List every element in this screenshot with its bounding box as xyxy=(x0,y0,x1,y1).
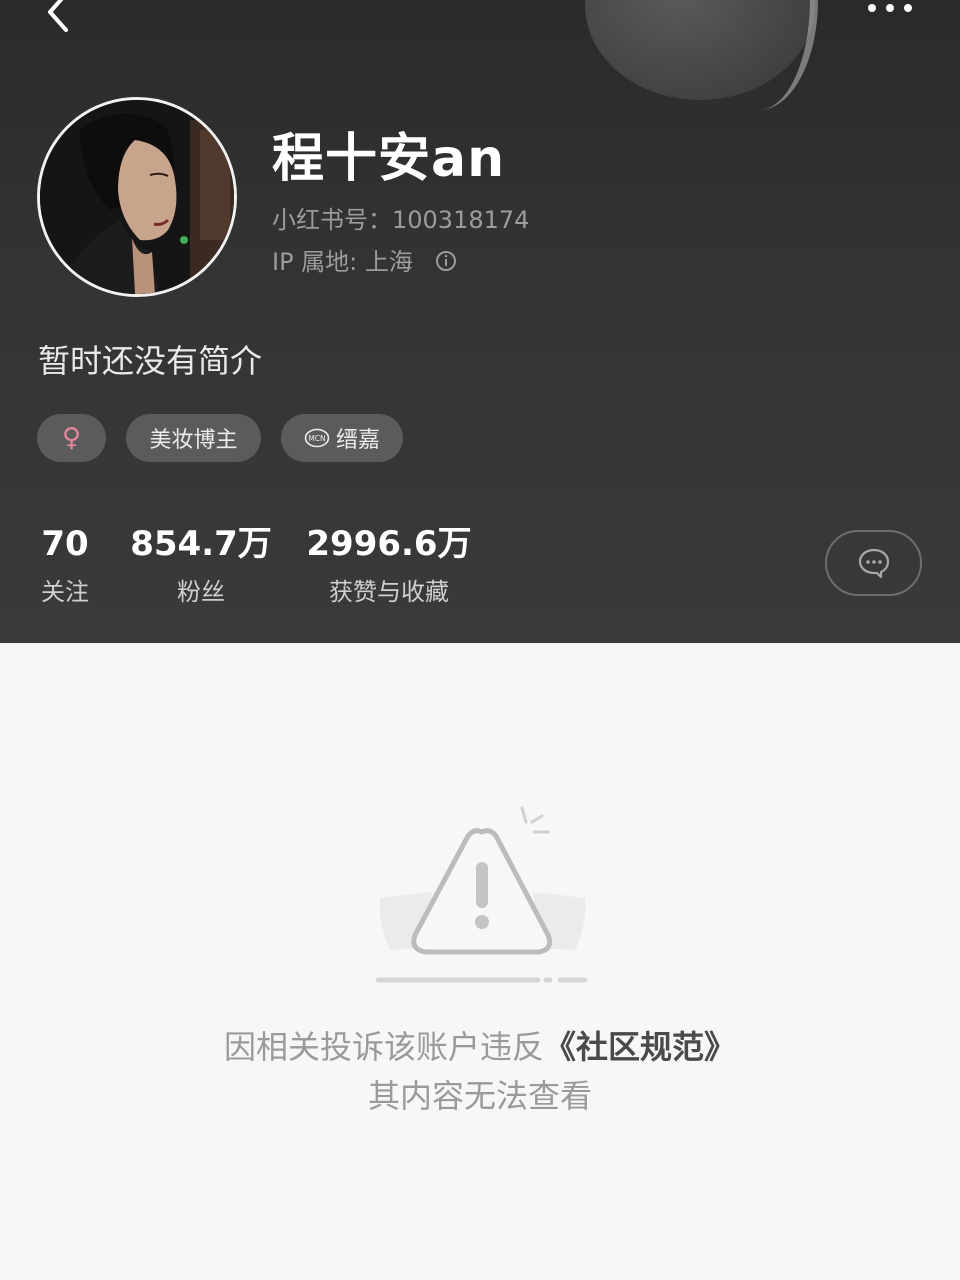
more-icon[interactable] xyxy=(862,0,918,18)
fans-stat[interactable]: 854.7万 粉丝 xyxy=(130,522,272,607)
gender-tag: ♀ xyxy=(37,414,106,462)
ip-location-text: IP 属地: 上海 xyxy=(272,248,413,276)
likes-stat[interactable]: 2996.6万 获赞与收藏 xyxy=(305,522,473,607)
chat-bubble-icon xyxy=(858,548,889,579)
community-guidelines-link[interactable]: 《社区规范》 xyxy=(544,1028,736,1066)
violation-notice-text: 因相关投诉该账户违反 xyxy=(223,1028,544,1066)
likes-count: 2996.6万 xyxy=(306,524,472,564)
chat-button[interactable] xyxy=(825,530,922,596)
female-icon: ♀ xyxy=(61,423,82,453)
mcn-tag[interactable]: MCN 缙嘉 xyxy=(281,414,403,462)
role-tag[interactable]: 美妆博主 xyxy=(126,414,261,462)
following-label: 关注 xyxy=(41,578,89,606)
profile-page: 程十安an 小红书号：100318174 IP 属地: 上海 暂时还没有简介 ♀… xyxy=(0,0,960,1280)
likes-label: 获赞与收藏 xyxy=(329,578,449,606)
following-count: 70 xyxy=(41,524,89,564)
profile-name: 程十安an xyxy=(272,129,506,189)
profile-header: 程十安an 小红书号：100318174 IP 属地: 上海 暂时还没有简介 ♀… xyxy=(0,0,960,643)
avatar[interactable] xyxy=(37,97,237,297)
svg-text:MCN: MCN xyxy=(308,434,325,443)
profile-id[interactable]: 小红书号：100318174 xyxy=(272,200,529,235)
warning-icon xyxy=(375,806,588,983)
fans-count: 854.7万 xyxy=(130,524,272,564)
following-stat[interactable]: 70 关注 xyxy=(30,522,100,607)
profile-bio: 暂时还没有简介 xyxy=(38,342,263,380)
content-unavailable-text: 其内容无法查看 xyxy=(367,1077,592,1115)
profile-ip-location: IP 属地: 上海 xyxy=(272,242,457,277)
back-icon[interactable] xyxy=(40,0,80,34)
avatar-image xyxy=(40,100,234,294)
mcn-icon: MCN xyxy=(304,428,330,448)
info-icon[interactable] xyxy=(435,250,457,272)
role-tag-label: 美妆博主 xyxy=(149,428,238,453)
violation-notice: 因相关投诉该账户违反《社区规范》 xyxy=(0,1022,960,1068)
mcn-tag-label: 缙嘉 xyxy=(335,428,380,453)
fans-label: 粉丝 xyxy=(177,578,225,606)
